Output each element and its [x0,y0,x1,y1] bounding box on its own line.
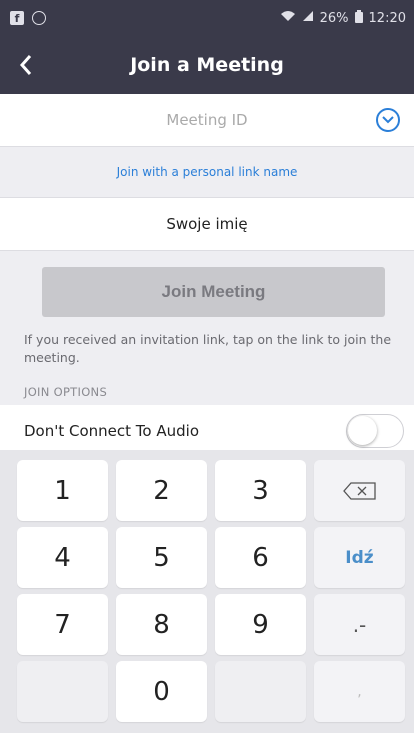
signal-icon [302,10,314,26]
battery-percent: 26% [319,10,349,26]
comma-key[interactable]: , [314,661,405,722]
dot-dash-key[interactable]: .- [314,594,405,655]
empty-key-left [17,661,108,722]
clock: 12:20 [368,10,406,26]
back-button[interactable] [12,50,40,80]
key-0[interactable]: 0 [116,661,207,722]
screen-name-field[interactable] [87,215,327,233]
key-5[interactable]: 5 [116,527,207,588]
facebook-notification-icon: f [10,11,24,25]
key-2[interactable]: 2 [116,460,207,521]
meeting-history-dropdown[interactable] [376,108,400,132]
toggle-knob [348,416,377,445]
join-meeting-button[interactable]: Join Meeting [42,267,385,317]
name-row [0,198,414,250]
key-6[interactable]: 6 [215,527,306,588]
invitation-info-text: If you received an invitation link, tap … [24,332,392,365]
wifi-icon [280,10,296,26]
key-1[interactable]: 1 [17,460,108,521]
key-8[interactable]: 8 [116,594,207,655]
meeting-id-input[interactable] [97,111,317,129]
app-header: Join a Meeting [0,36,414,94]
meeting-id-row [0,94,414,146]
key-4[interactable]: 4 [17,527,108,588]
dont-connect-audio-toggle[interactable] [346,414,404,448]
audio-option-label: Don't Connect To Audio [24,422,199,440]
join-options-heading: JOIN OPTIONS [24,385,108,399]
notification-circle-icon [32,11,46,25]
key-9[interactable]: 9 [215,594,306,655]
page-title: Join a Meeting [130,54,284,76]
backspace-key[interactable] [314,460,405,521]
chevron-left-icon [19,55,32,75]
go-key[interactable]: Idź [314,527,405,588]
battery-icon [354,9,363,27]
key-3[interactable]: 3 [215,460,306,521]
numeric-keyboard: 1 2 3 4 5 6 Idź 7 8 9 .- 0 , [0,450,414,733]
backspace-icon [342,481,376,500]
status-bar: f 26% 12:20 [0,0,414,36]
chevron-down-icon [382,116,394,124]
personal-link-option[interactable]: Join with a personal link name [0,147,414,197]
empty-key-right [215,661,306,722]
key-7[interactable]: 7 [17,594,108,655]
